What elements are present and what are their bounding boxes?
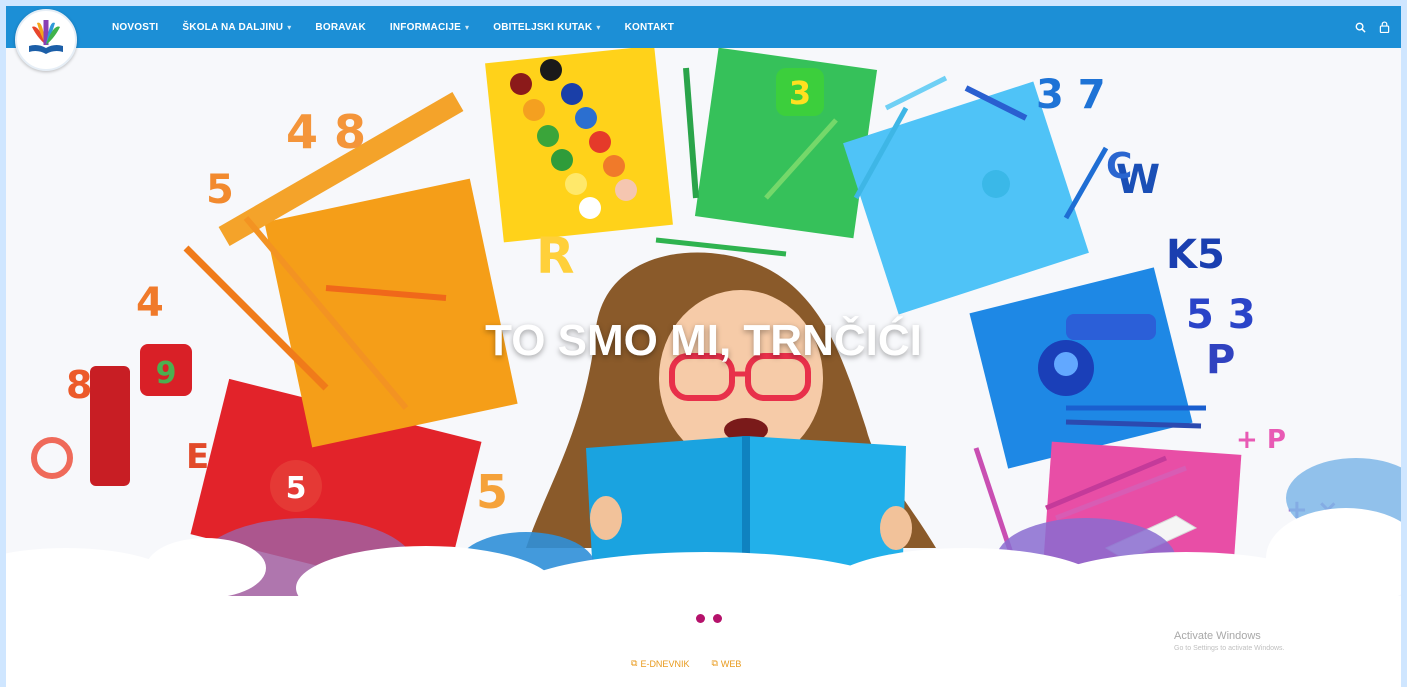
svg-text:8: 8 <box>66 363 92 407</box>
book-logo-icon <box>29 20 63 54</box>
nav-item-label: Novosti <box>112 21 159 33</box>
nav-menu: Novosti Škola na daljinu ▾ Boravak Inform… <box>100 6 686 48</box>
svg-text:+ P: + P <box>1236 425 1286 455</box>
school-logo[interactable] <box>15 9 77 71</box>
svg-text:C: C <box>1106 146 1132 187</box>
top-navbar: Novosti Škola na daljinu ▾ Boravak Inform… <box>6 6 1401 48</box>
chevron-down-icon: ▾ <box>465 22 470 32</box>
slider-dots <box>696 614 722 623</box>
window-frame: Novosti Škola na daljinu ▾ Boravak Inform… <box>0 0 1407 687</box>
link-label: WEB <box>720 658 742 669</box>
nav-item-label: Informacije <box>389 21 461 33</box>
quick-links: ⧉ E-DNEVNIK ⧉ WEB <box>631 658 741 669</box>
svg-text:3: 3 <box>789 74 811 112</box>
chevron-down-icon: ▾ <box>596 22 601 32</box>
nav-item-novosti[interactable]: Novosti <box>100 6 170 48</box>
svg-text:5: 5 <box>476 465 508 519</box>
user-icon[interactable] <box>1377 20 1391 34</box>
nav-item-label: Škola na daljinu <box>182 21 284 33</box>
link-web[interactable]: ⧉ WEB <box>711 658 741 669</box>
svg-text:K5: K5 <box>1166 232 1225 278</box>
nav-item-informacije[interactable]: Informacije ▾ <box>378 6 481 48</box>
svg-text:R: R <box>536 227 575 285</box>
hero-slider: 9 5 4 8 5 4 8 5 E R 3 3 7 W C K5 5 3 P +… <box>6 48 1401 608</box>
svg-text:4 8: 4 8 <box>286 105 366 159</box>
watermark-subtitle: Go to Settings to activate Windows. <box>1174 645 1285 652</box>
page: Novosti Škola na daljinu ▾ Boravak Inform… <box>6 6 1401 687</box>
nav-icons <box>1353 6 1391 48</box>
svg-text:E: E <box>186 437 209 477</box>
hero-title: TO SMO MI, TRNČIĆI <box>485 316 922 365</box>
nav-item-label: Boravak <box>315 21 366 33</box>
external-link-icon: ⧉ <box>631 658 638 668</box>
svg-text:5: 5 <box>206 167 234 213</box>
slider-dot-1[interactable] <box>696 614 705 623</box>
nav-item-kontakt[interactable]: Kontakt <box>613 6 687 48</box>
svg-text:3 7: 3 7 <box>1036 72 1106 118</box>
external-link-icon: ⧉ <box>711 658 718 668</box>
link-label: E-DNEVNIK <box>640 658 690 669</box>
nav-item-boravak[interactable]: Boravak <box>303 6 377 48</box>
nav-item-label: Kontakt <box>624 21 675 33</box>
chevron-down-icon: ▾ <box>287 22 292 32</box>
nav-item-label: Obiteljski kutak <box>493 21 593 33</box>
link-e-dnevnik[interactable]: ⧉ E-DNEVNIK <box>631 658 689 669</box>
search-icon[interactable] <box>1353 20 1367 34</box>
nav-item-skola-na-daljinu[interactable]: Škola na daljinu ▾ <box>170 6 303 48</box>
svg-text:5: 5 <box>286 471 307 506</box>
watermark-title: Activate Windows <box>1174 630 1261 642</box>
slider-dot-2[interactable] <box>713 614 722 623</box>
nav-item-obiteljski-kutak[interactable]: Obiteljski kutak ▾ <box>481 6 612 48</box>
activate-windows-watermark: Activate Windows Go to Settings to activ… <box>1174 630 1285 652</box>
